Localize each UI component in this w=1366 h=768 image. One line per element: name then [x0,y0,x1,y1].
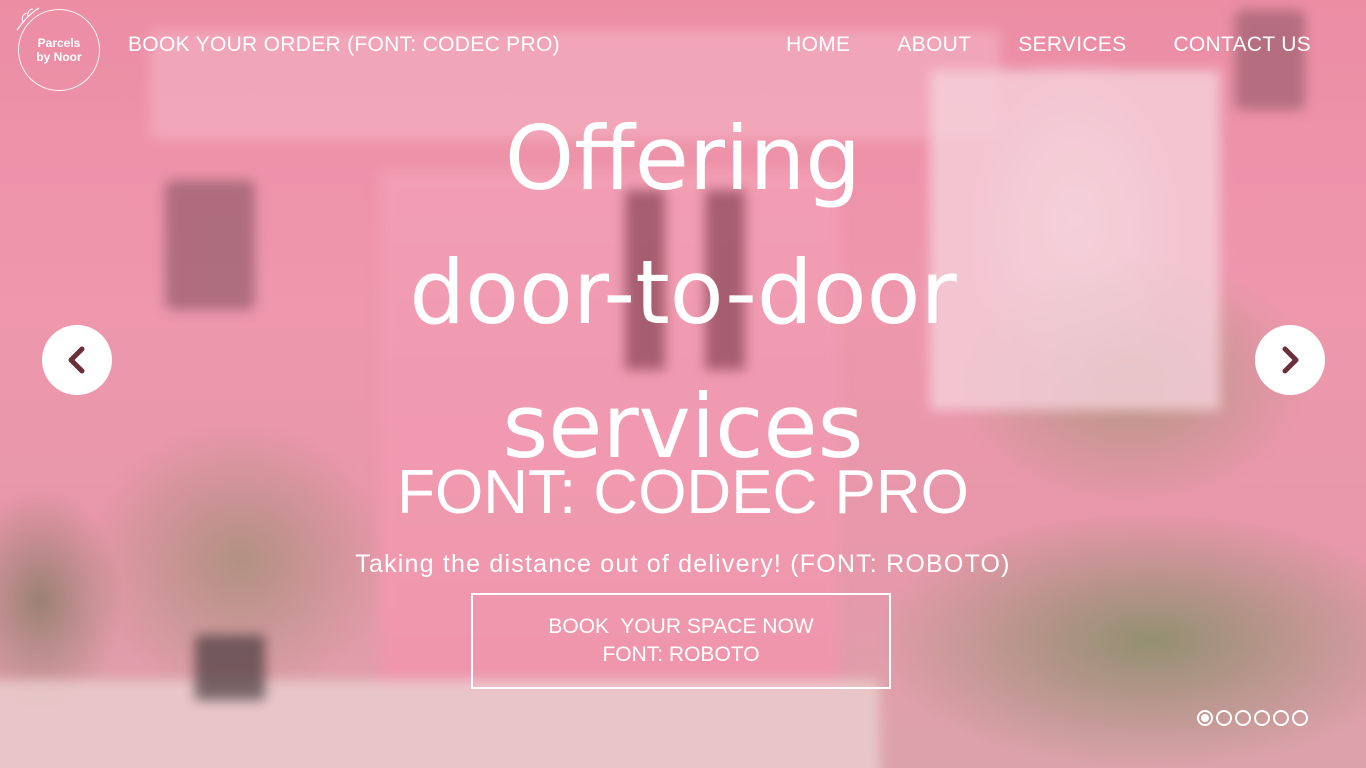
book-space-button[interactable]: BOOK YOUR SPACE NOW FONT: ROBOTO [471,593,891,689]
main-nav: HOME ABOUT SERVICES CONTACT US [786,33,1311,57]
hero-section: Parcels by Noor BOOK YOUR ORDER (FONT: C… [0,0,1366,768]
cta-label-line2: FONT: ROBOTO [602,643,760,666]
carousel-dot[interactable] [1273,710,1289,726]
chevron-left-icon [68,346,85,374]
hero-tagline: Taking the distance out of delivery! (FO… [355,550,1011,578]
carousel-prev-button[interactable] [42,325,112,395]
carousel-dot[interactable] [1254,710,1270,726]
chevron-right-icon [1282,346,1299,374]
nav-item-services[interactable]: SERVICES [1018,33,1126,57]
cta-label-line1: BOOK YOUR SPACE NOW [548,615,814,638]
carousel-dot[interactable] [1216,710,1232,726]
logo-text-line1: Parcels [37,36,81,50]
carousel-dot[interactable] [1197,710,1213,726]
headline-line: Offering [504,107,862,210]
leaf-icon [16,7,40,31]
logo-text-line2: by Noor [36,50,82,64]
book-order-link[interactable]: BOOK YOUR ORDER (FONT: CODEC PRO) [128,33,560,57]
brand-logo[interactable]: Parcels by Noor [16,7,100,91]
carousel-dot[interactable] [1235,710,1251,726]
nav-item-home[interactable]: HOME [786,33,850,57]
nav-item-contact-us[interactable]: CONTACT US [1173,33,1311,57]
carousel-pagination [1197,710,1308,726]
headline-line: door-to-door [409,241,957,344]
nav-item-about[interactable]: ABOUT [897,33,971,57]
hero-subheading: FONT: CODEC PRO [397,458,969,527]
carousel-next-button[interactable] [1255,325,1325,395]
hero-headline: Offering door-to-door services [0,92,1366,494]
carousel-dot[interactable] [1292,710,1308,726]
